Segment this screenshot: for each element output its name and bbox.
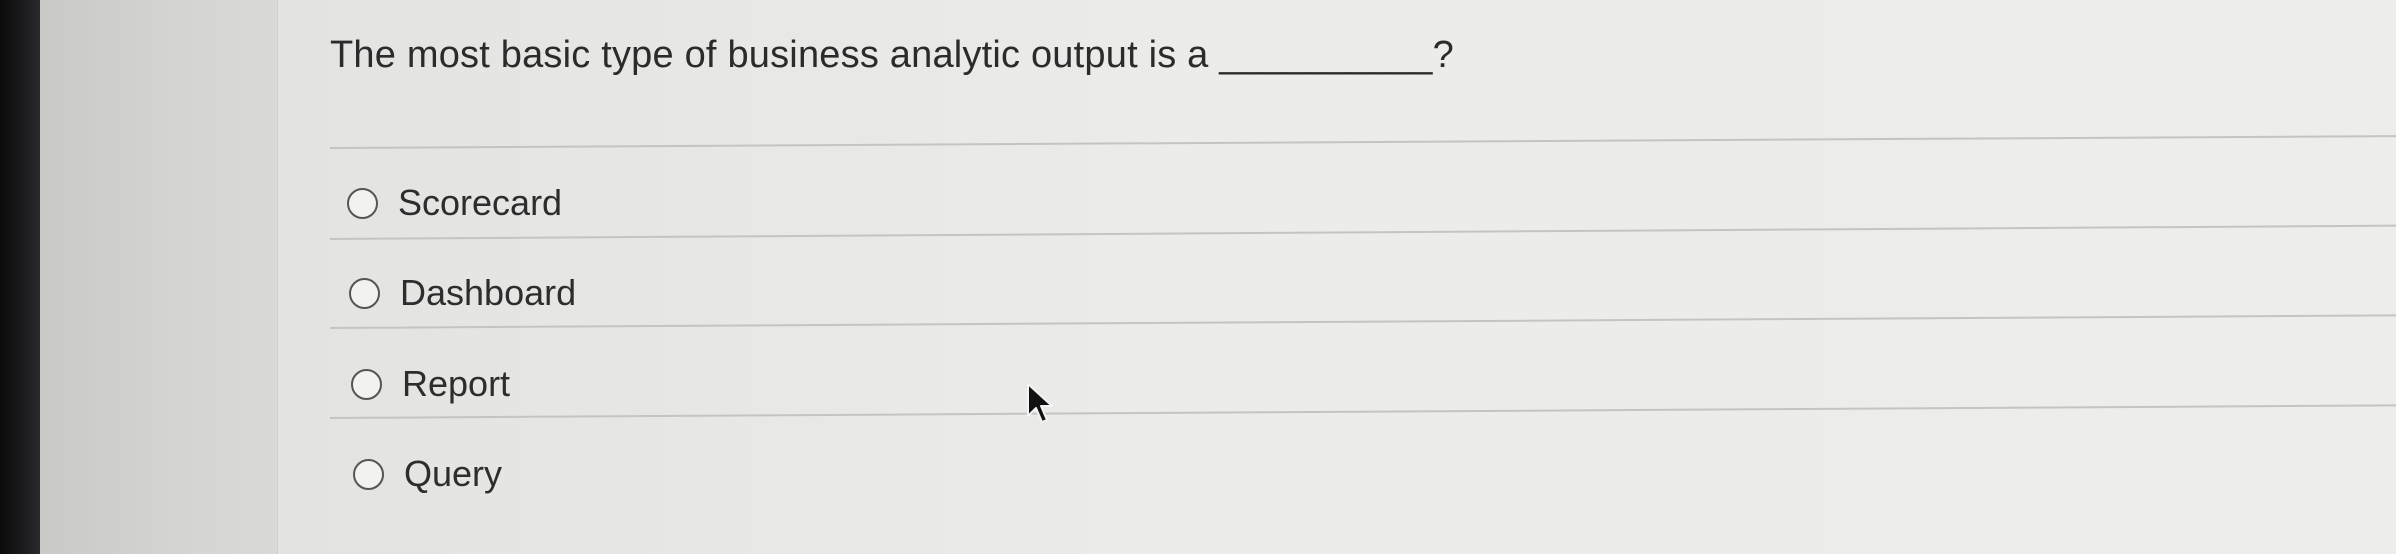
option-query[interactable]: Query: [353, 453, 502, 495]
mouse-pointer-icon: [1027, 383, 1053, 423]
option-label: Query: [404, 453, 503, 494]
option-dashboard[interactable]: Dashboard: [349, 272, 576, 314]
monitor-bezel: [0, 0, 40, 554]
question-text: The most basic type of business analytic…: [330, 34, 1454, 76]
radio-query[interactable]: [353, 458, 384, 490]
option-report[interactable]: Report: [351, 363, 510, 405]
option-label: Scorecard: [398, 182, 563, 223]
radio-report[interactable]: [351, 368, 382, 400]
radio-scorecard[interactable]: [347, 187, 378, 219]
radio-dashboard[interactable]: [349, 277, 380, 309]
option-label: Report: [402, 363, 511, 404]
option-scorecard[interactable]: Scorecard: [347, 182, 562, 224]
option-label: Dashboard: [400, 272, 577, 313]
question-panel: [278, 0, 2396, 554]
left-margin-panel: [40, 0, 278, 554]
quiz-screen: The most basic type of business analytic…: [0, 0, 2396, 554]
